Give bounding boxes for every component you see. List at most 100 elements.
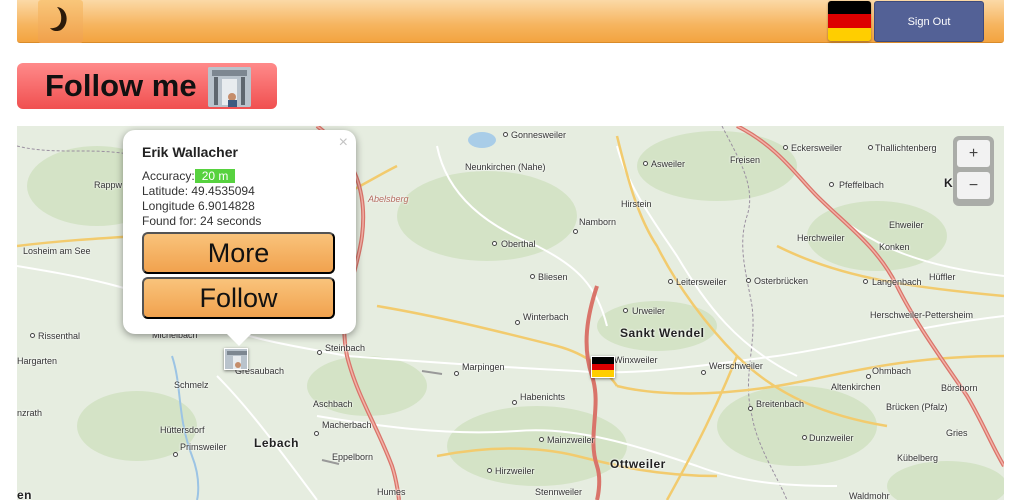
- place-label: en: [17, 488, 33, 500]
- place-label: Dunzweiler: [809, 433, 854, 443]
- place-label: Hüttersdorf: [160, 425, 205, 435]
- germany-flag-icon[interactable]: [828, 1, 871, 41]
- town-dot: [701, 370, 706, 375]
- user-location-marker[interactable]: [224, 348, 248, 370]
- flag-stripe-red: [828, 14, 871, 28]
- place-label: Waldmohr: [849, 491, 890, 500]
- place-label: Rissenthal: [38, 331, 81, 341]
- town-dot: [317, 350, 322, 355]
- app-logo[interactable]: [38, 0, 83, 43]
- place-label: Primsweiler: [180, 442, 227, 452]
- place-label: Winterbach: [523, 312, 569, 322]
- flag-stripe-red: [592, 363, 614, 371]
- more-button[interactable]: More: [142, 232, 335, 274]
- place-label: Ehweiler: [889, 220, 924, 230]
- follow-button[interactable]: Follow: [142, 277, 335, 319]
- town-dot: [515, 320, 520, 325]
- user-info-popup: × Erik Wallacher Accuracy: 20 m Latitude:…: [123, 130, 356, 346]
- header-bar: Sign Out: [17, 0, 1004, 43]
- place-label: Brücken (Pfalz): [886, 402, 948, 412]
- place-label: Schmelz: [174, 380, 209, 390]
- place-label: Marpingen: [462, 362, 505, 372]
- flag-stripe-black: [592, 357, 614, 364]
- town-dot: [783, 145, 788, 150]
- place-label: Habenichts: [520, 392, 566, 402]
- place-label: Thallichtenberg: [875, 143, 937, 153]
- flag-stripe-black: [828, 1, 871, 15]
- place-label: Leitersweiler: [676, 277, 727, 287]
- place-label: Börsborn: [941, 383, 978, 393]
- town-dot: [503, 132, 508, 137]
- town-dot: [863, 279, 868, 284]
- place-label: Freisen: [730, 155, 761, 165]
- zoom-in-button[interactable]: +: [957, 140, 990, 167]
- flag-stripe-gold: [828, 27, 871, 41]
- place-label: Namborn: [579, 217, 617, 227]
- longitude-text: Longitude 6.9014828: [142, 199, 255, 213]
- place-label: Hargarten: [17, 356, 58, 366]
- flag-stripe-gold: [592, 370, 614, 377]
- place-label: Ottweiler: [610, 457, 666, 471]
- place-label: Sankt Wendel: [620, 326, 705, 340]
- town-dot: [746, 278, 751, 283]
- sign-out-button[interactable]: Sign Out: [874, 1, 984, 42]
- user-avatar: [208, 67, 251, 107]
- germany-flag-marker-icon[interactable]: [591, 356, 615, 378]
- place-label: Oberthal: [501, 239, 536, 249]
- place-label: Losheim am See: [23, 246, 91, 256]
- zoom-control: + −: [953, 136, 994, 206]
- town-dot: [829, 182, 834, 187]
- place-label: Hirzweiler: [495, 466, 535, 476]
- place-label: Herschweiler-Pettersheim: [870, 310, 974, 320]
- place-label: Rappw: [94, 180, 123, 190]
- place-label: Kübelberg: [897, 453, 939, 463]
- town-dot: [668, 279, 673, 284]
- town-dot: [530, 274, 535, 279]
- place-label: Mainzweiler: [547, 435, 595, 445]
- town-dot: [487, 468, 492, 473]
- place-label: Hirstein: [621, 199, 652, 209]
- place-label: nzrath: [17, 408, 43, 418]
- place-label: Asweiler: [651, 159, 686, 169]
- town-dot: [748, 406, 753, 411]
- place-label: Werschweiler: [709, 361, 763, 371]
- place-label: Macherbach: [322, 420, 372, 430]
- place-label: Gries: [946, 428, 968, 438]
- town-dot: [512, 400, 517, 405]
- user-avatar-icon: [225, 349, 247, 369]
- zoom-out-button[interactable]: −: [957, 172, 990, 199]
- follow-me-button[interactable]: Follow me: [17, 63, 277, 109]
- accuracy-label: Accuracy:: [142, 169, 195, 183]
- place-label: Winxweiler: [614, 355, 658, 365]
- crescent-moon-icon: [48, 4, 74, 39]
- town-dot: [868, 145, 873, 150]
- place-label: Aschbach: [313, 399, 353, 409]
- close-icon[interactable]: ×: [339, 134, 348, 152]
- town-dot: [573, 229, 578, 234]
- place-label: Urweiler: [632, 306, 666, 316]
- user-name: Erik Wallacher: [142, 144, 238, 160]
- place-label: Bliesen: [538, 272, 568, 282]
- place-label: Humes: [377, 487, 406, 497]
- town-dot: [866, 374, 871, 379]
- place-label: Langenbach: [872, 277, 922, 287]
- town-dot: [623, 308, 628, 313]
- town-dot: [173, 452, 178, 457]
- follow-me-label: Follow me: [45, 68, 197, 103]
- town-dot: [643, 161, 648, 166]
- town-dot: [30, 333, 35, 338]
- place-label: K: [944, 176, 954, 190]
- place-label: Pfeffelbach: [839, 180, 884, 190]
- latitude-text: Latitude: 49.4535094: [142, 184, 255, 198]
- town-dot: [539, 437, 544, 442]
- place-label: Ohmbach: [872, 366, 912, 376]
- place-label: Osterbrücken: [754, 276, 809, 286]
- place-label: Altenkirchen: [831, 382, 881, 392]
- accuracy-row: Accuracy: 20 m: [142, 169, 336, 184]
- place-label: Hüffler: [929, 272, 956, 282]
- town-dot: [492, 241, 497, 246]
- place-label: Steinbach: [325, 343, 366, 353]
- place-label: Konken: [879, 242, 910, 252]
- place-label: Neunkirchen (Nahe): [465, 162, 546, 172]
- place-label: Breitenbach: [756, 399, 805, 409]
